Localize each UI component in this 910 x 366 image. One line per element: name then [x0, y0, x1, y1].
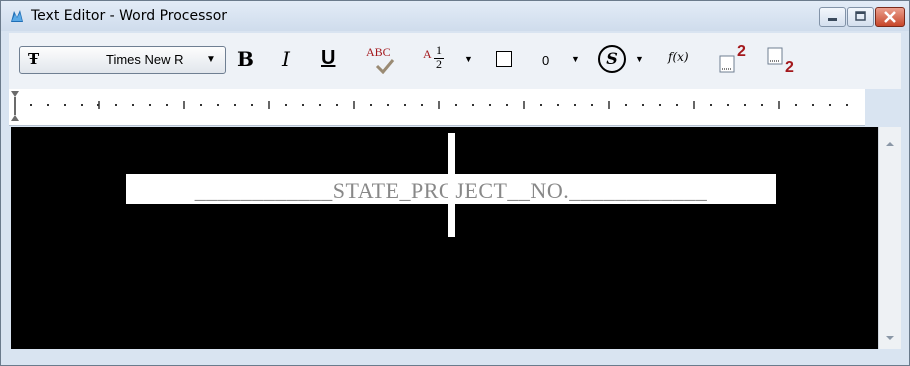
subscript-digit: 2 — [785, 59, 794, 76]
superscript-digit: 2 — [737, 43, 746, 60]
ruler[interactable] — [9, 89, 865, 126]
status-bar — [9, 351, 901, 361]
superscript-icon — [719, 55, 735, 73]
font-name: Times New R — [106, 52, 184, 67]
maximize-icon — [855, 11, 866, 21]
minimize-button[interactable] — [819, 7, 846, 27]
document-area[interactable]: ____________STATE_PROJECT__NO.__________… — [11, 127, 878, 349]
tab-stop-icon — [11, 91, 19, 121]
text-cursor — [448, 133, 455, 237]
fraction-dropdown-icon[interactable]: ▼ — [464, 54, 473, 64]
font-icon: Ŧ — [28, 50, 40, 68]
fraction-top: 1 — [436, 43, 442, 57]
spacing-value: 0 — [542, 53, 550, 68]
maximize-button[interactable] — [847, 7, 874, 27]
check-icon — [375, 59, 395, 74]
vertical-scrollbar[interactable] — [878, 127, 901, 349]
text-editor-window: Text Editor - Word Processor Ŧ Times New… — [0, 0, 910, 366]
subscript-button[interactable]: 2 — [767, 43, 807, 79]
fraction-bottom: 2 — [436, 57, 442, 71]
scroll-down-icon[interactable] — [879, 327, 901, 349]
bold-button[interactable]: B — [237, 47, 254, 71]
symbol-button[interactable]: S — [598, 45, 626, 73]
formatting-toolbar: Ŧ Times New R ▼ B I U ABC A 1 2 ▼ 0 ▼ S … — [9, 33, 901, 89]
scroll-up-icon[interactable] — [879, 133, 901, 155]
symbol-dropdown-icon[interactable]: ▼ — [635, 54, 644, 64]
fraction-a: A — [423, 47, 432, 61]
spell-check-button[interactable]: ABC — [366, 45, 406, 75]
close-icon — [884, 11, 896, 23]
border-checkbox[interactable] — [496, 51, 512, 67]
checkbox-icon — [497, 52, 511, 66]
chevron-down-icon: ▼ — [206, 54, 216, 65]
font-selector[interactable]: Ŧ Times New R ▼ — [19, 46, 226, 74]
function-button[interactable]: f(x) — [668, 50, 689, 64]
underline-button[interactable]: U — [321, 47, 335, 70]
title-bar[interactable]: Text Editor - Word Processor — [1, 1, 909, 31]
fraction-button[interactable]: A 1 2 — [423, 43, 455, 75]
symbol-letter: S — [606, 49, 618, 68]
window-title: Text Editor - Word Processor — [31, 8, 228, 24]
ruler-scale — [11, 91, 848, 121]
subscript-icon — [767, 47, 783, 65]
superscript-button[interactable]: 2 — [719, 43, 759, 77]
italic-button[interactable]: I — [282, 47, 290, 71]
spacing-dropdown-icon[interactable]: ▼ — [571, 54, 580, 64]
close-button[interactable] — [875, 7, 905, 27]
app-icon — [11, 10, 23, 22]
minimize-icon — [828, 18, 837, 21]
